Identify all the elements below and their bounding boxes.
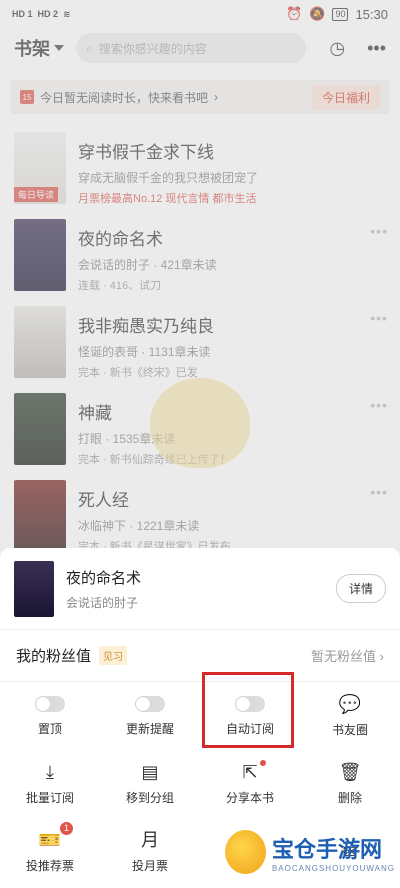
button-label: 投月票 [131,858,168,873]
ticket-icon: 🎫 [38,829,62,850]
count-badge: 1 [60,822,74,835]
share-book-button[interactable]: ⇱ 分享本书 [200,750,300,818]
chat-icon: 💬 [338,693,362,714]
button-label: 分享本书 [225,790,274,805]
move-group-button[interactable]: ▤ 移到分组 [100,750,200,818]
fan-level-badge: 见习 [99,646,128,665]
detail-button[interactable]: 详情 [335,574,386,603]
recommend-ticket-button[interactable]: 🎫 1 投推荐票 [0,818,100,886]
button-label: 书友圈 [331,722,368,737]
watermark-subtitle: BAOCANGSHOUYOUWANG [271,863,395,873]
button-label: 投推荐票 [25,858,74,873]
watermark-logo [225,830,266,874]
month-ticket-icon: 月 [141,829,159,850]
sheet-book-header: 夜的命名术 会说话的肘子 详情 [0,548,400,630]
sheet-book-author: 会说话的肘子 [66,595,139,610]
toggle-switch[interactable] [135,695,165,712]
button-label: 移到分组 [125,790,174,805]
fan-label: 我的粉丝值 [16,648,92,665]
watermark-title: 宝仓手游网 [271,836,382,862]
month-ticket-button[interactable]: 月 投月票 [100,818,200,886]
dim-overlay[interactable] [0,0,400,548]
button-label: 批量订阅 [25,790,74,805]
highlight-annotation [202,672,294,748]
site-watermark: 宝仓手游网 BAOCANGSHOUYOUWANG [225,820,395,884]
trash-icon: 🗑 [338,761,362,782]
batch-subscribe-button[interactable]: ⤓ 批量订阅 [0,750,100,818]
download-icon: ⤓ [46,761,54,782]
toggle-label: 置顶 [37,721,62,736]
fan-value: 暂无粉丝值 › [311,649,384,664]
book-friends-button[interactable]: 💬 书友圈 [300,682,400,750]
update-reminder-toggle[interactable]: 更新提醒 [100,682,200,750]
pin-top-toggle[interactable]: 置顶 [0,682,100,750]
fan-value-row[interactable]: 我的粉丝值 见习 暂无粉丝值 › [0,630,400,682]
share-icon: ⇱ [242,761,258,782]
toggle-label: 更新提醒 [125,721,174,736]
folder-icon: ▤ [141,761,159,782]
button-label: 删除 [337,790,362,805]
sheet-book-cover [14,560,54,617]
delete-button[interactable]: 🗑 删除 [300,750,400,818]
sheet-book-title: 夜的命名术 [66,569,142,587]
notification-dot [260,760,266,766]
toggle-switch[interactable] [35,695,65,712]
